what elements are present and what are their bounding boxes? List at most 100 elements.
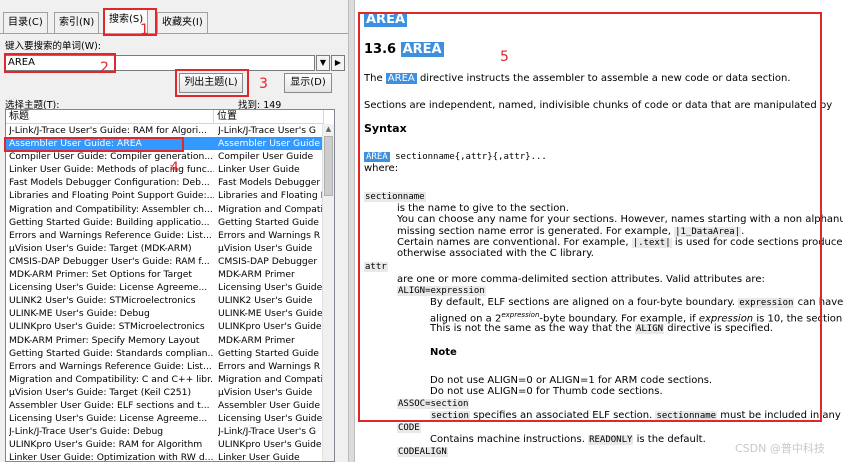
- topic-title-cell: MDK-ARM Primer: Specify Memory Layout: [9, 334, 200, 346]
- topic-title-cell: Getting Started Guide: Building applicat…: [9, 216, 210, 228]
- topic-location-cell: Licensing User's Guide: [218, 413, 323, 425]
- topic-location-cell: Errors and Warnings R: [218, 229, 321, 241]
- term-code: CODE: [397, 423, 421, 434]
- annotation-box-4: [4, 137, 184, 152]
- topic-location-cell: Errors and Warnings R: [218, 360, 321, 372]
- topic-location-cell: ULINKpro User's Guide: [218, 321, 322, 333]
- topic-location-cell: Linker User Guide: [218, 452, 300, 462]
- table-row[interactable]: CMSIS-DAP Debugger User's Guide: RAM f..…: [6, 255, 324, 268]
- chevron-right-icon[interactable]: ▶: [331, 55, 345, 71]
- topic-location-cell: MDK-ARM Primer: [218, 334, 295, 346]
- table-row[interactable]: Migration and Compatibility: Assembler c…: [6, 203, 324, 216]
- table-row[interactable]: Getting Started Guide: Building applicat…: [6, 216, 324, 229]
- table-row[interactable]: MDK-ARM Primer: Specify Memory Layout MDK…: [6, 334, 324, 347]
- topic-title-cell: Migration and Compatibility: Assembler c…: [9, 203, 213, 215]
- topic-location-cell: MDK-ARM Primer: [218, 269, 295, 281]
- topic-title-cell: J-Link/J-Trace User's Guide: Debug: [9, 426, 164, 438]
- annotation-box-5: [358, 12, 822, 422]
- table-row[interactable]: Errors and Warnings Reference Guide: Lis…: [6, 360, 324, 373]
- annotation-number-5: 5: [500, 49, 509, 65]
- topic-location-cell: Getting Started Guide: [218, 216, 319, 228]
- topic-title-cell: Errors and Warnings Reference Guide: Lis…: [9, 229, 212, 241]
- topic-location-cell: µVision User's Guide: [218, 242, 313, 254]
- topic-location-cell: Linker User Guide: [218, 164, 300, 176]
- table-row[interactable]: Linker User Guide: Optimization with RW …: [6, 451, 324, 462]
- topic-title-cell: Assembler User Guide: ELF sections and t…: [9, 399, 210, 411]
- topic-title-cell: Libraries and Floating Point Support Gui…: [9, 190, 214, 202]
- topic-title-cell: ULINKpro User's Guide: RAM for Algorithm: [9, 439, 203, 451]
- topic-location-cell: Libraries and Floating I: [218, 190, 324, 202]
- code-desc: Contains machine instructions. READONLY …: [430, 434, 706, 445]
- table-row[interactable]: µVision User's Guide: Target (Keil C251)…: [6, 386, 324, 399]
- table-row[interactable]: Errors and Warnings Reference Guide: Lis…: [6, 229, 324, 242]
- table-row[interactable]: Assembler User Guide: ELF sections and t…: [6, 399, 324, 412]
- table-row[interactable]: Licensing User's Guide: License Agreeme.…: [6, 281, 324, 294]
- topic-location-cell: ULINKpro User's Guide: [218, 439, 322, 451]
- topic-location-cell: Assembler User Guide: [218, 399, 321, 411]
- tab-favorites[interactable]: 收藏夹(I): [157, 12, 208, 34]
- topic-title-cell: Licensing User's Guide: License Agreeme.…: [9, 413, 208, 425]
- topic-location-cell: Assembler User Guide: [218, 138, 321, 150]
- tab-divider: [0, 33, 348, 34]
- topic-title-cell: Errors and Warnings Reference Guide: Lis…: [9, 360, 212, 372]
- table-row[interactable]: Migration and Compatibility: C and C++ l…: [6, 373, 324, 386]
- dropdown-arrow-icon[interactable]: ▼: [316, 55, 330, 71]
- topic-title-cell: Getting Started Guide: Standards complia…: [9, 347, 214, 359]
- topic-location-cell: Fast Models Debugger: [218, 177, 321, 189]
- table-row[interactable]: ULINK2 User's Guide: STMicroelectronics U…: [6, 294, 324, 307]
- topic-title-cell: Fast Models Debugger Configuration: Deb.…: [9, 177, 210, 189]
- tab-contents[interactable]: 目录(C): [3, 12, 48, 34]
- topic-title-cell: Migration and Compatibility: C and C++ l…: [9, 373, 214, 385]
- table-row[interactable]: J-Link/J-Trace User's Guide: Debug J-Link…: [6, 425, 324, 438]
- table-row[interactable]: ULINKpro User's Guide: RAM for Algorithm…: [6, 438, 324, 451]
- topic-title-cell: ULINK-ME User's Guide: Debug: [9, 308, 150, 320]
- pane-splitter[interactable]: [348, 0, 355, 462]
- topic-title-cell: ULINK2 User's Guide: STMicroelectronics: [9, 295, 196, 307]
- topic-location-cell: J-Link/J-Trace User's G: [218, 125, 317, 136]
- topic-location-cell: CMSIS-DAP Debugger: [218, 255, 318, 267]
- topic-title-cell: ULINKpro User's Guide: STMicroelectronic…: [9, 321, 205, 333]
- topic-title-cell: µVision User's Guide: Target (MDK-ARM): [9, 242, 192, 254]
- table-row[interactable]: Fast Models Debugger Configuration: Deb.…: [6, 176, 324, 189]
- topic-location-cell: Migration and Compati: [218, 203, 324, 215]
- table-row[interactable]: µVision User's Guide: Target (MDK-ARM) µV…: [6, 242, 324, 255]
- topic-title-cell: Compiler User Guide: Compiler generation…: [9, 151, 214, 163]
- topic-location-cell: J-Link/J-Trace User's G: [218, 426, 317, 438]
- table-row[interactable]: Licensing User's Guide: License Agreeme.…: [6, 412, 324, 425]
- topic-location-cell: Compiler User Guide: [218, 151, 314, 163]
- search-word-label: 键入要搜索的单词(W):: [5, 41, 102, 52]
- topic-title-cell: Linker User Guide: Methods of placing fu…: [9, 164, 214, 176]
- annotation-number-4: 4: [170, 160, 179, 176]
- annotation-number-1: 1: [140, 22, 149, 38]
- table-row[interactable]: Compiler User Guide: Compiler generation…: [6, 150, 324, 163]
- topic-title-cell: Licensing User's Guide: License Agreeme.…: [9, 282, 208, 294]
- topic-title-cell: CMSIS-DAP Debugger User's Guide: RAM f..…: [9, 255, 210, 267]
- topic-location-cell: Licensing User's Guide: [218, 282, 323, 294]
- table-row[interactable]: ULINKpro User's Guide: STMicroelectronic…: [6, 320, 324, 333]
- topic-location-cell: µVision User's Guide: [218, 386, 313, 398]
- column-header-location[interactable]: 位置: [214, 110, 324, 124]
- topic-title-cell: MDK-ARM Primer: Set Options for Target: [9, 269, 192, 281]
- topic-location-cell: ULINK-ME User's Guide: [218, 308, 323, 320]
- topic-location-cell: ULINK2 User's Guide: [218, 295, 313, 307]
- table-row[interactable]: MDK-ARM Primer: Set Options for Target MD…: [6, 268, 324, 281]
- scroll-up-icon[interactable]: ▲: [323, 124, 334, 135]
- table-row[interactable]: J-Link/J-Trace User's Guide: RAM for Alg…: [6, 124, 324, 137]
- result-rows: J-Link/J-Trace User's Guide: RAM for Alg…: [6, 124, 324, 462]
- term-codealign: CODEALIGN: [397, 447, 448, 458]
- topic-title-cell: Linker User Guide: Optimization with RW …: [9, 452, 214, 462]
- table-row[interactable]: Libraries and Floating Point Support Gui…: [6, 189, 324, 202]
- tab-index[interactable]: 索引(N): [54, 12, 100, 34]
- topic-location-cell: Getting Started Guide: [218, 347, 319, 359]
- table-row[interactable]: Getting Started Guide: Standards complia…: [6, 347, 324, 360]
- scrollbar-thumb[interactable]: [324, 136, 333, 196]
- table-row[interactable]: Linker User Guide: Methods of placing fu…: [6, 163, 324, 176]
- annotation-box-3: [175, 69, 249, 97]
- topic-title-cell: J-Link/J-Trace User's Guide: RAM for Alg…: [9, 125, 207, 136]
- column-header-title[interactable]: 标题: [6, 110, 214, 124]
- annotation-number-2: 2: [100, 60, 109, 76]
- display-button[interactable]: 显示(D): [284, 73, 332, 93]
- vertical-scrollbar[interactable]: ▲: [322, 124, 334, 461]
- table-row[interactable]: ULINK-ME User's Guide: Debug ULINK-ME Use…: [6, 307, 324, 320]
- topic-title-cell: µVision User's Guide: Target (Keil C251): [9, 386, 192, 398]
